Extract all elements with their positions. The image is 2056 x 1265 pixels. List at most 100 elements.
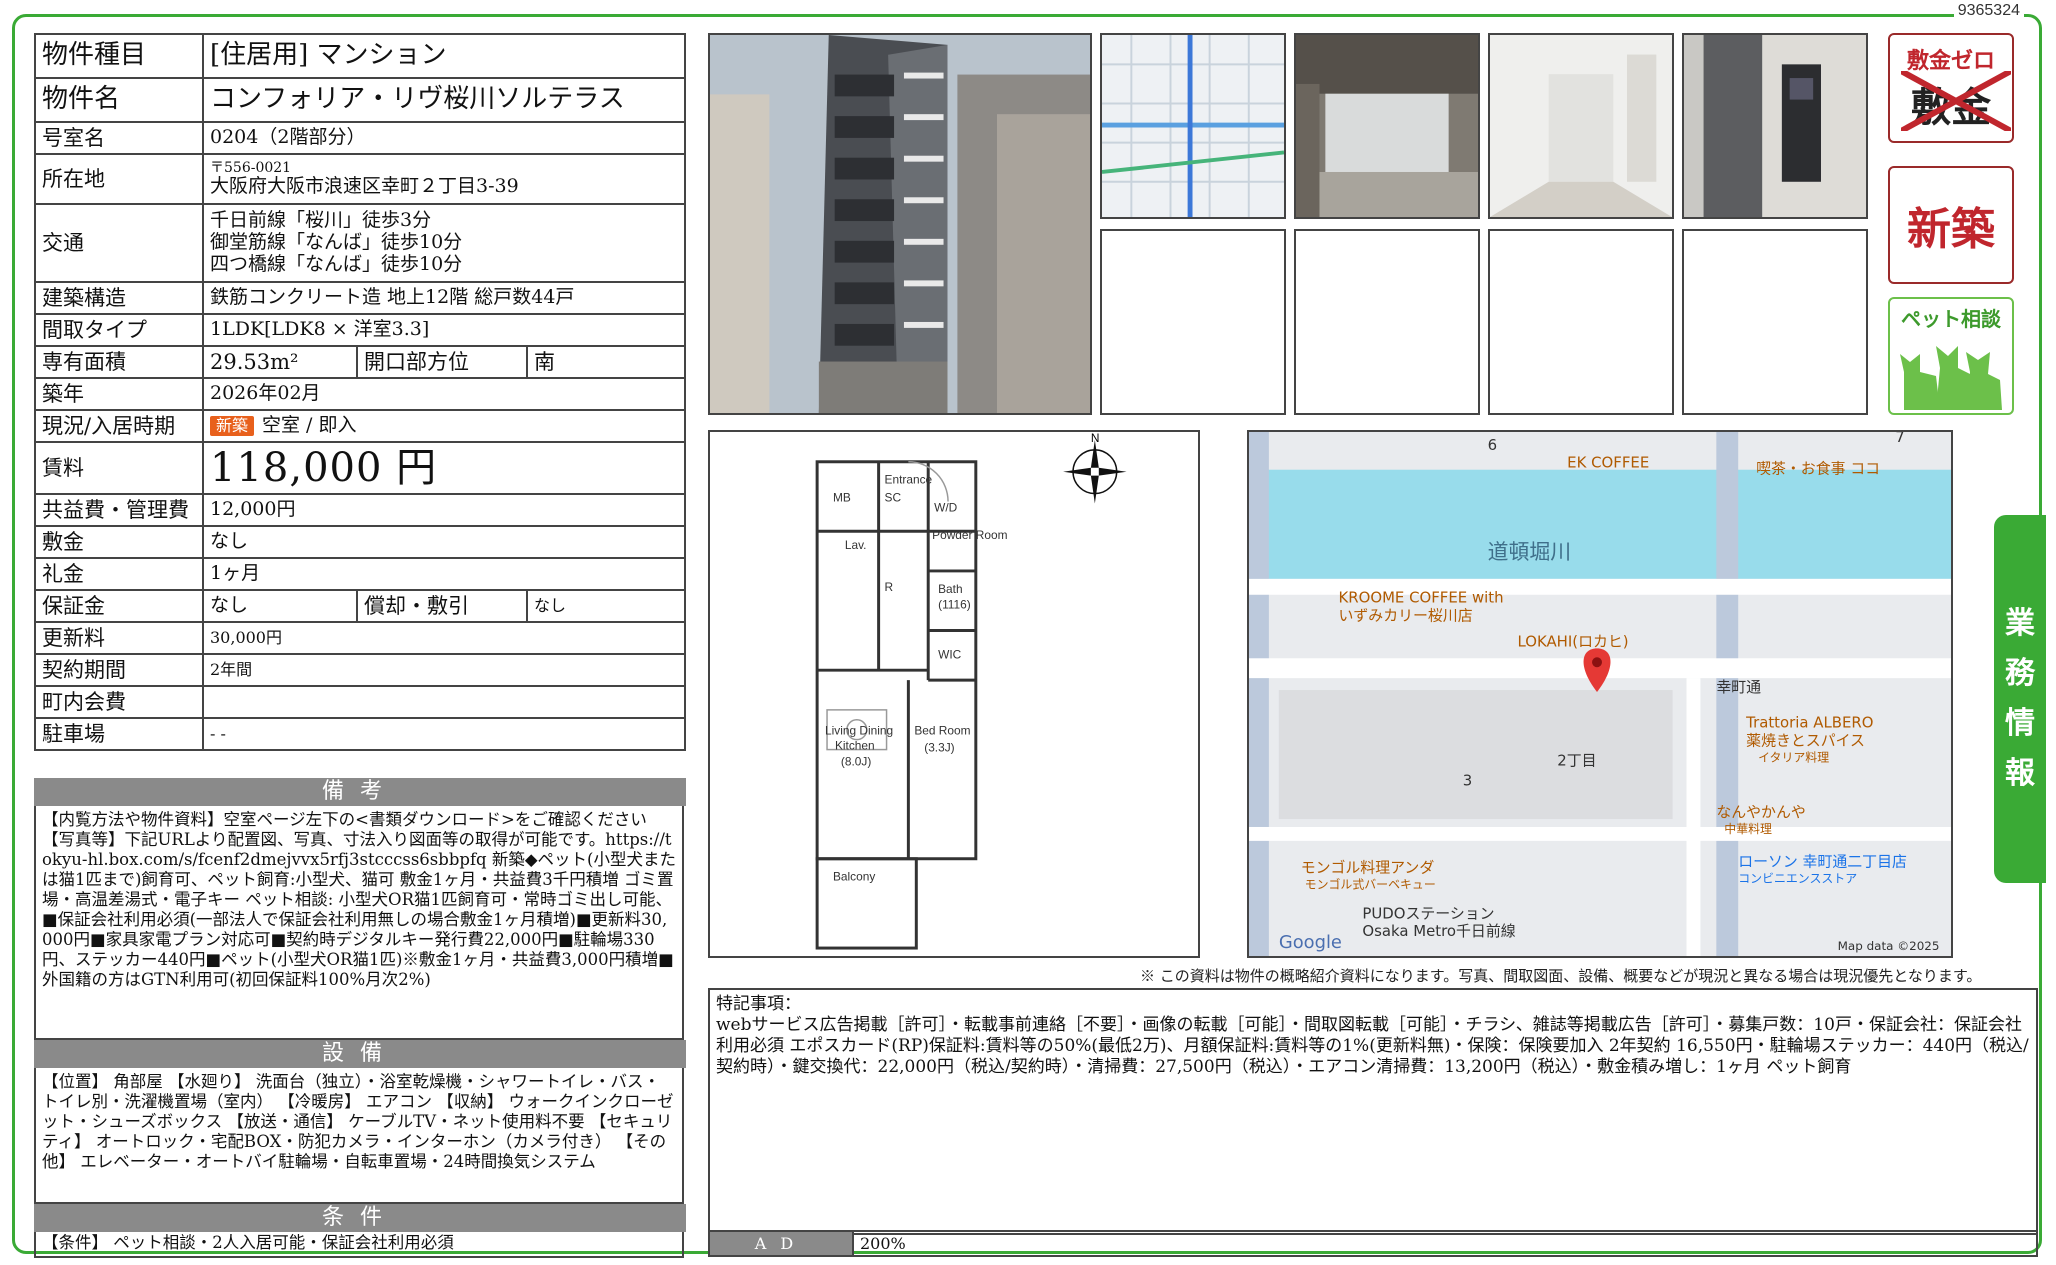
tab-char: 報	[2005, 756, 2035, 791]
status-cell: 新築 空室 / 即入	[202, 409, 686, 443]
ad-value: 200%	[852, 1232, 906, 1255]
cross-mark-icon	[1901, 71, 2011, 131]
label: 築年	[34, 377, 204, 411]
rent-value: 118,000 円	[202, 441, 686, 495]
conditions-heading: 条件	[34, 1204, 686, 1232]
map-label: 3	[1463, 771, 1472, 789]
interior-corridor-photo	[1488, 33, 1674, 219]
label: 町内会費	[34, 685, 204, 719]
fp-label: Lav.	[845, 538, 867, 552]
map-label: 道頓堀川	[1488, 540, 1572, 564]
map-label: 2丁目	[1557, 751, 1596, 769]
equipment-heading: 設備	[34, 1040, 686, 1068]
map-label: モンゴル式バーベキュー	[1305, 878, 1436, 892]
room-value: 0204（2階部分）	[202, 121, 686, 155]
zero-deposit-badge: 敷金ゼロ 敷金	[1888, 33, 2014, 143]
label: 間取タイプ	[34, 313, 204, 347]
floor-plan: MB SC Entrance W/D Powder Room Lav. R Ba…	[708, 430, 1200, 958]
parking-value: - -	[202, 717, 686, 751]
label: 礼金	[34, 557, 204, 591]
direction-value: 南	[526, 345, 686, 379]
disclaimer: ※ この資料は物件の概略紹介資料になります。写真、間取図面、設備、概要などが現況…	[1140, 967, 1982, 985]
address-cell: 〒556-0021 大阪府大阪市浪速区幸町２丁目3-39	[202, 153, 686, 205]
label: 償却・敷引	[356, 589, 528, 623]
empty-photo-slot	[1100, 229, 1286, 415]
remarks-heading: 備考	[34, 778, 686, 806]
empty-photo-slot	[1294, 229, 1480, 415]
label: 共益費・管理費	[34, 493, 204, 527]
map-label: Google	[1279, 932, 1342, 953]
remarks-body: 【内覧方法や物件資料】空室ページ左下の<書類ダウンロード>をご確認ください【写真…	[34, 806, 684, 1040]
status-value: 空室 / 即入	[262, 414, 357, 437]
label: 契約期間	[34, 653, 204, 687]
address: 大阪府大阪市浪速区幸町２丁目3-39	[210, 175, 519, 198]
compass-icon: N	[1063, 432, 1127, 504]
property-name: コンフォリア・リヴ桜川ソルテラス	[202, 77, 686, 123]
intercom-photo	[1682, 33, 1868, 219]
map-label: コンビニエンスストア	[1738, 872, 1857, 886]
fp-label: Entrance	[885, 473, 933, 487]
new-build-badge: 新築	[1888, 166, 2014, 284]
ad-label: AD	[710, 1232, 852, 1255]
guarantee-value: なし	[202, 589, 358, 623]
area-map-thumbnail	[1100, 33, 1286, 219]
fp-label: Living Dining	[825, 724, 893, 738]
label: 建築構造	[34, 281, 204, 315]
map-label: Trattoria ALBERO	[1745, 714, 1873, 732]
location-map[interactable]: 道頓堀川 EK COFFEE 喫茶・お食事 ココ KROOME COFFEE w…	[1247, 430, 1953, 958]
access-line: 御堂筋線「なんば」徒歩10分	[210, 231, 463, 254]
fp-label: Kitchen	[835, 739, 875, 753]
property-info-table: 物件種目 [住居用] マンション 物件名 コンフォリア・リヴ桜川ソルテラス 号室名 0…	[34, 33, 686, 751]
zip-code: 〒556-0021	[210, 160, 292, 177]
label: 専有面積	[34, 345, 204, 379]
map-label: PUDOステーション	[1362, 904, 1494, 922]
crossed-deposit: 敷金	[1901, 71, 2011, 133]
map-label: Map data ©2025	[1838, 939, 1940, 953]
key-money-value: 1ヶ月	[202, 557, 686, 591]
access-line: 四つ橋線「なんば」徒歩10分	[210, 252, 463, 275]
map-label: モンゴル料理アンダ	[1301, 859, 1435, 877]
ad-row: AD 200%	[708, 1230, 2038, 1257]
fp-label: R	[885, 580, 894, 594]
map-label: なんやかんや	[1716, 803, 1805, 821]
label: 賃料	[34, 441, 204, 495]
label: 更新料	[34, 621, 204, 655]
map-label: いずみカリー桜川店	[1338, 607, 1472, 625]
label: 駐車場	[34, 717, 204, 751]
map-label: 幸町通	[1716, 678, 1761, 696]
fp-label: SC	[885, 490, 902, 504]
new-build-tag: 新築	[210, 416, 255, 437]
fp-label: W/D	[934, 500, 958, 514]
area-value: 29.53m²	[202, 345, 358, 379]
special-notes: 特記事項： webサービス広告掲載［許可］・転載事前連絡［不要］・画像の転載［可…	[708, 988, 2038, 1235]
document-id: 9365324	[1953, 2, 2024, 20]
community-fee-value	[202, 685, 686, 719]
fp-label: Powder Room	[932, 528, 1007, 542]
label: 物件名	[34, 77, 204, 123]
access-cell: 千日前線「桜川」徒歩3分 御堂筋線「なんば」徒歩10分 四つ橋線「なんば」徒歩10分	[202, 203, 686, 283]
access-line: 千日前線「桜川」徒歩3分	[210, 209, 432, 232]
business-info-tab[interactable]: 業 務 情 報	[1994, 515, 2046, 883]
built-value: 2026年02月	[202, 377, 686, 411]
label: 開口部方位	[356, 345, 528, 379]
north-label: N	[1091, 432, 1100, 445]
map-label: イタリア料理	[1758, 750, 1829, 764]
renewal-value: 30,000円	[202, 621, 686, 655]
fp-label: MB	[833, 490, 851, 504]
map-label: Osaka Metro千日前線	[1362, 922, 1515, 940]
fp-label: (1116)	[938, 598, 971, 612]
fp-label: WIC	[938, 647, 962, 661]
entrance-photo	[1294, 33, 1480, 219]
label: 保証金	[34, 589, 204, 623]
deposit-value: なし	[202, 525, 686, 559]
map-label: 6	[1488, 436, 1497, 454]
map-label: KROOME COFFEE with	[1338, 589, 1503, 607]
label: 交通	[34, 203, 204, 283]
map-label: EK COFFEE	[1567, 454, 1649, 472]
map-label: 薬焼きとスパイス	[1746, 732, 1865, 750]
layout-value: 1LDK[LDK8 × 洋室3.3]	[202, 313, 686, 347]
label: 物件種目	[34, 33, 204, 79]
pet-badge-text: ペット相談	[1901, 307, 2001, 331]
label: 現況/入居時期	[34, 409, 204, 443]
tab-char: 業	[2005, 606, 2035, 641]
